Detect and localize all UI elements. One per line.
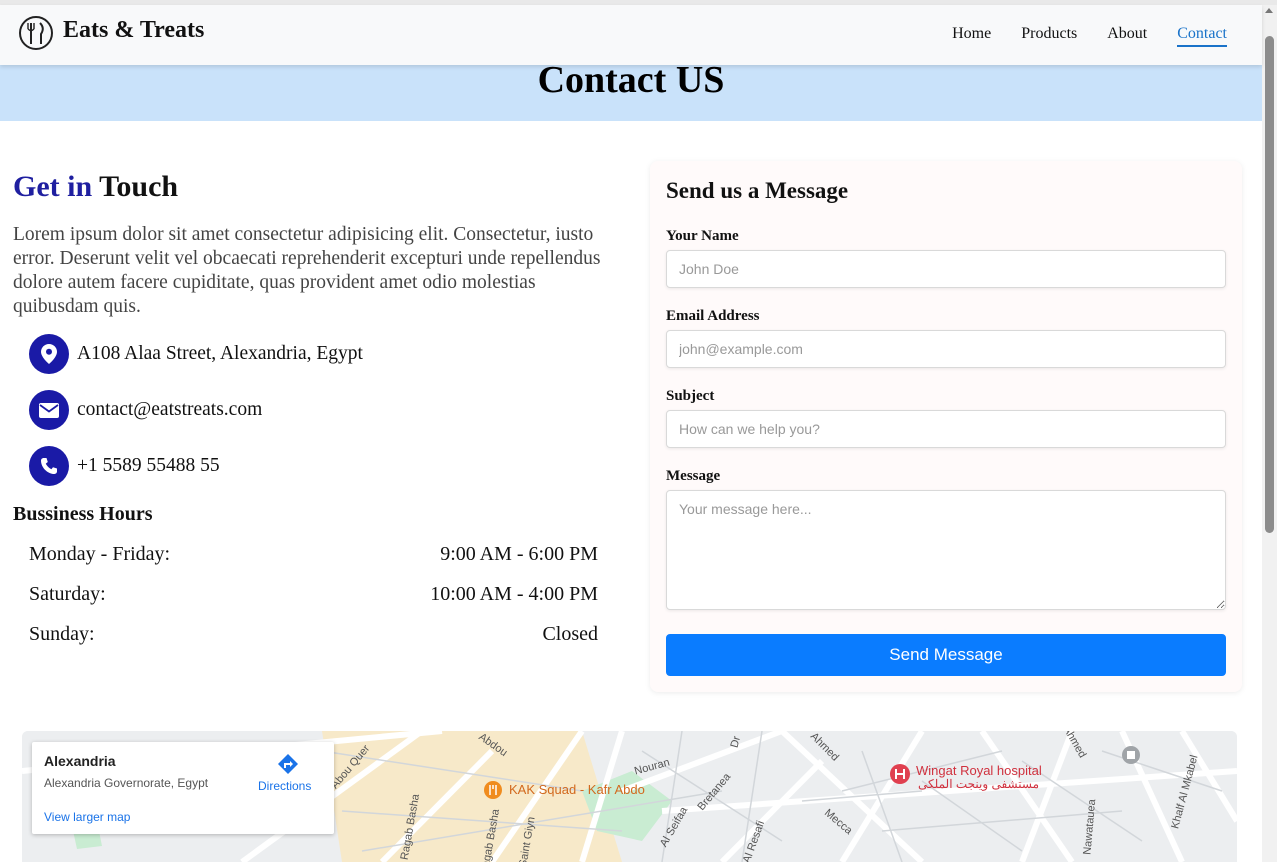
email-input[interactable] bbox=[666, 330, 1226, 368]
get-in-touch-heading: Get in Touch bbox=[13, 170, 178, 204]
subject-label: Subject bbox=[666, 388, 715, 404]
email-text[interactable]: contact@eatstreats.com bbox=[77, 399, 262, 421]
hours-day: Saturday: bbox=[29, 583, 106, 605]
hours-day: Monday - Friday: bbox=[29, 543, 171, 565]
phone-icon bbox=[29, 446, 69, 486]
name-label: Your Name bbox=[666, 228, 739, 244]
navbar: Eats & Treats Home Products About Contac… bbox=[0, 5, 1262, 65]
scroll-up-arrow-icon[interactable] bbox=[1265, 8, 1273, 13]
nav-links: Home Products About Contact bbox=[952, 25, 1227, 47]
address-text: A108 Alaa Street, Alexandria, Egypt bbox=[77, 343, 363, 364]
phone-text[interactable]: +1 5589 55488 55 bbox=[77, 455, 220, 477]
hours-day: Sunday: bbox=[29, 623, 95, 645]
directions-link[interactable]: Directions bbox=[258, 779, 311, 793]
form-title: Send us a Message bbox=[666, 178, 849, 203]
brand-name[interactable]: Eats & Treats bbox=[63, 17, 204, 44]
email-label: Email Address bbox=[666, 308, 760, 324]
nav-link-about[interactable]: About bbox=[1107, 25, 1147, 47]
contact-form-card: Send us a Message Your Name Email Addres… bbox=[650, 161, 1242, 692]
email-row: contact@eatstreats.com bbox=[29, 390, 262, 430]
hours-time: 9:00 AM - 6:00 PM bbox=[440, 543, 598, 565]
restaurant-pin-icon[interactable] bbox=[484, 781, 502, 802]
hours-time: 10:00 AM - 4:00 PM bbox=[430, 583, 598, 605]
scrollbar-thumb[interactable] bbox=[1265, 36, 1274, 533]
map-place-name: Alexandria bbox=[44, 753, 116, 769]
heading-rest: Touch bbox=[99, 170, 179, 203]
poi-restaurant[interactable]: KAK Squad - Kafr Abdo bbox=[509, 782, 645, 797]
fork-knife-logo-icon[interactable] bbox=[19, 16, 53, 50]
nav-link-contact[interactable]: Contact bbox=[1177, 25, 1227, 47]
map-info-card: Alexandria Alexandria Governorate, Egypt… bbox=[32, 742, 334, 834]
hours-row: Saturday: 10:00 AM - 4:00 PM bbox=[29, 583, 598, 606]
location-pin-icon bbox=[29, 334, 69, 374]
poi-hospital[interactable]: Wingat Royal hospital bbox=[916, 763, 1042, 778]
page-title: Contact US bbox=[537, 59, 725, 101]
map-region: Alexandria Governorate, Egypt bbox=[44, 776, 209, 790]
view-larger-map-link[interactable]: View larger map bbox=[44, 810, 130, 824]
name-input[interactable] bbox=[666, 250, 1226, 288]
hours-row: Sunday: Closed bbox=[29, 623, 598, 646]
contact-description: Lorem ipsum dolor sit amet consectetur a… bbox=[13, 224, 601, 317]
message-textarea[interactable] bbox=[666, 490, 1226, 610]
heading-accent: Get in bbox=[13, 170, 93, 203]
business-hours-heading: Bussiness Hours bbox=[13, 503, 153, 525]
nav-link-products[interactable]: Products bbox=[1021, 25, 1077, 47]
envelope-icon bbox=[29, 390, 69, 430]
subject-input[interactable] bbox=[666, 410, 1226, 448]
send-message-button[interactable]: Send Message bbox=[666, 634, 1226, 676]
directions-icon[interactable] bbox=[278, 754, 298, 779]
poi-hospital-arabic: مستشفى وينجت الملكى bbox=[918, 777, 1040, 791]
phone-row: +1 5589 55488 55 bbox=[29, 446, 220, 486]
hours-time: Closed bbox=[542, 623, 598, 645]
address-row: A108 Alaa Street, Alexandria, Egypt bbox=[29, 334, 363, 374]
embedded-map[interactable]: Alexandria Alexandria Governorate, Egypt… bbox=[22, 731, 1237, 862]
message-label: Message bbox=[666, 468, 721, 484]
hours-row: Monday - Friday: 9:00 AM - 6:00 PM bbox=[29, 543, 598, 566]
nav-link-home[interactable]: Home bbox=[952, 25, 991, 47]
hospital-pin-icon[interactable] bbox=[890, 764, 910, 787]
